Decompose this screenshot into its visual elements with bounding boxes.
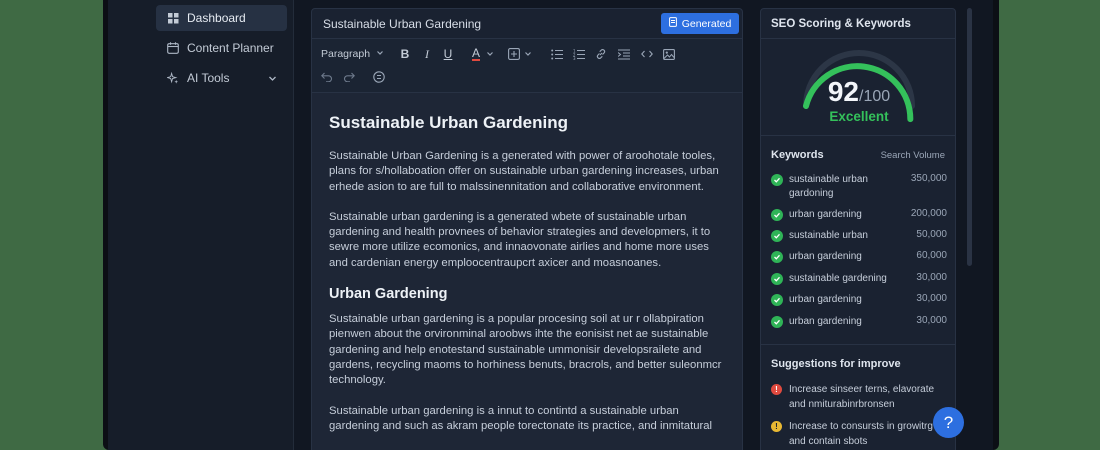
seo-score-gauge: 92/100 Excellent (761, 39, 955, 136)
scrollbar[interactable] (967, 8, 972, 266)
sidebar-item-ai-tools[interactable]: AI Tools (156, 65, 287, 91)
text-color-icon[interactable]: A (470, 46, 496, 62)
content-paragraph: Sustainable Urban Gardening is a generat… (329, 150, 719, 193)
keyword-term: sustainable urban gardoning (789, 174, 868, 199)
chevron-down-icon[interactable] (268, 72, 277, 86)
keyword-volume: 350,000 (910, 173, 947, 184)
suggestion-text: Increase to consursts in growitrg and co… (789, 421, 933, 447)
keyword-volume: 30,000 (916, 272, 947, 283)
check-circle-icon (771, 294, 783, 306)
check-circle-icon (771, 174, 783, 186)
content-paragraph: Sustainable urban gardening is a generat… (329, 210, 711, 269)
sparkle-icon (167, 71, 179, 84)
keyword-volume: 30,000 (916, 315, 947, 326)
editor-content[interactable]: Sustainable Urban Gardening Sustainable … (312, 93, 742, 450)
keyword-term: urban gardening (789, 316, 862, 327)
sidebar-item-content-planner[interactable]: Content Planner (156, 35, 287, 61)
app-screen: Dashboard Content Planner AI Tools Susta… (108, 0, 993, 450)
check-circle-icon (771, 316, 783, 328)
keywords-header: Keywords Search Volume (761, 136, 955, 172)
formatting-toolbar: Paragraph B I U A 123 (312, 39, 742, 93)
seo-panel: SEO Scoring & Keywords 92/100 Excellent … (760, 8, 956, 450)
warning-icon: ! (771, 421, 782, 432)
sidebar: Dashboard Content Planner AI Tools (108, 0, 294, 450)
code-icon[interactable] (640, 47, 654, 61)
generated-button[interactable]: Generated (661, 13, 739, 34)
seo-panel-title: SEO Scoring & Keywords (761, 9, 955, 39)
paragraph-style-label: Paragraph (321, 48, 371, 60)
bold-icon[interactable]: B (398, 47, 412, 61)
seo-score-max: /100 (859, 88, 891, 105)
check-circle-icon (771, 251, 783, 263)
keywords-label: Keywords (771, 149, 824, 161)
sidebar-item-dashboard[interactable]: Dashboard (156, 5, 287, 31)
search-volume-label: Search Volume (880, 150, 945, 161)
redo-icon[interactable] (342, 70, 356, 84)
sidebar-item-label: Content Planner (187, 41, 274, 55)
keyword-term: sustainable gardening (789, 273, 887, 284)
bullet-list-icon[interactable] (550, 47, 564, 61)
seo-grade: Excellent (829, 109, 889, 124)
keyword-term: urban gardening (789, 294, 862, 305)
underline-icon[interactable]: U (441, 47, 455, 61)
chevron-down-icon (376, 48, 384, 60)
suggestions-label: Suggestions for improve (771, 358, 901, 370)
insert-block-icon[interactable] (506, 46, 534, 62)
document-icon (668, 17, 677, 30)
sidebar-item-label: AI Tools (187, 71, 230, 85)
keyword-term: urban gardening (789, 251, 862, 262)
numbered-list-icon[interactable]: 123 (572, 47, 586, 61)
paragraph-style-select[interactable]: Paragraph (321, 48, 384, 60)
help-button[interactable]: ? (933, 407, 964, 438)
content-heading-2: Urban Gardening (329, 286, 448, 303)
check-circle-icon (771, 273, 783, 285)
keyword-volume: 60,000 (916, 250, 947, 261)
content-heading-1: Sustainable Urban Gardening (329, 113, 568, 132)
content-paragraph: Sustainable urban gardening is a innut t… (329, 404, 713, 432)
seo-score: 92/100 (761, 76, 955, 108)
document-title-bar: Sustainable Urban Gardening Generated (312, 9, 742, 39)
keyword-volume: 30,000 (916, 293, 947, 304)
undo-icon[interactable] (320, 70, 334, 84)
check-circle-icon (771, 209, 783, 221)
content-paragraph: Sustainable urban gardening is a popular… (329, 313, 722, 387)
dashboard-icon (167, 12, 179, 24)
seo-score-value: 92 (827, 76, 859, 107)
keyword-term: urban gardening (789, 209, 862, 220)
divider (761, 344, 955, 345)
italic-icon[interactable]: I (420, 47, 434, 61)
help-icon: ? (943, 412, 954, 432)
link-icon[interactable] (594, 47, 608, 61)
svg-text:3: 3 (573, 56, 576, 60)
keyword-term: sustainable urban (789, 230, 868, 241)
indent-icon[interactable] (617, 47, 631, 61)
document-title[interactable]: Sustainable Urban Gardening (323, 17, 481, 31)
keyword-volume: 200,000 (910, 208, 947, 219)
image-icon[interactable] (662, 47, 676, 61)
editor-panel: Sustainable Urban Gardening Generated Pa… (311, 8, 743, 450)
calendar-icon (167, 42, 179, 54)
check-circle-icon (771, 230, 783, 242)
generated-label: Generated (681, 17, 732, 30)
suggestion-text: Increase sinseer terns, elavorate and nm… (789, 384, 935, 410)
keyword-volume: 50,000 (916, 229, 947, 240)
clear-format-icon[interactable] (372, 70, 386, 84)
error-icon: ! (771, 384, 782, 395)
sidebar-item-label: Dashboard (187, 11, 246, 25)
